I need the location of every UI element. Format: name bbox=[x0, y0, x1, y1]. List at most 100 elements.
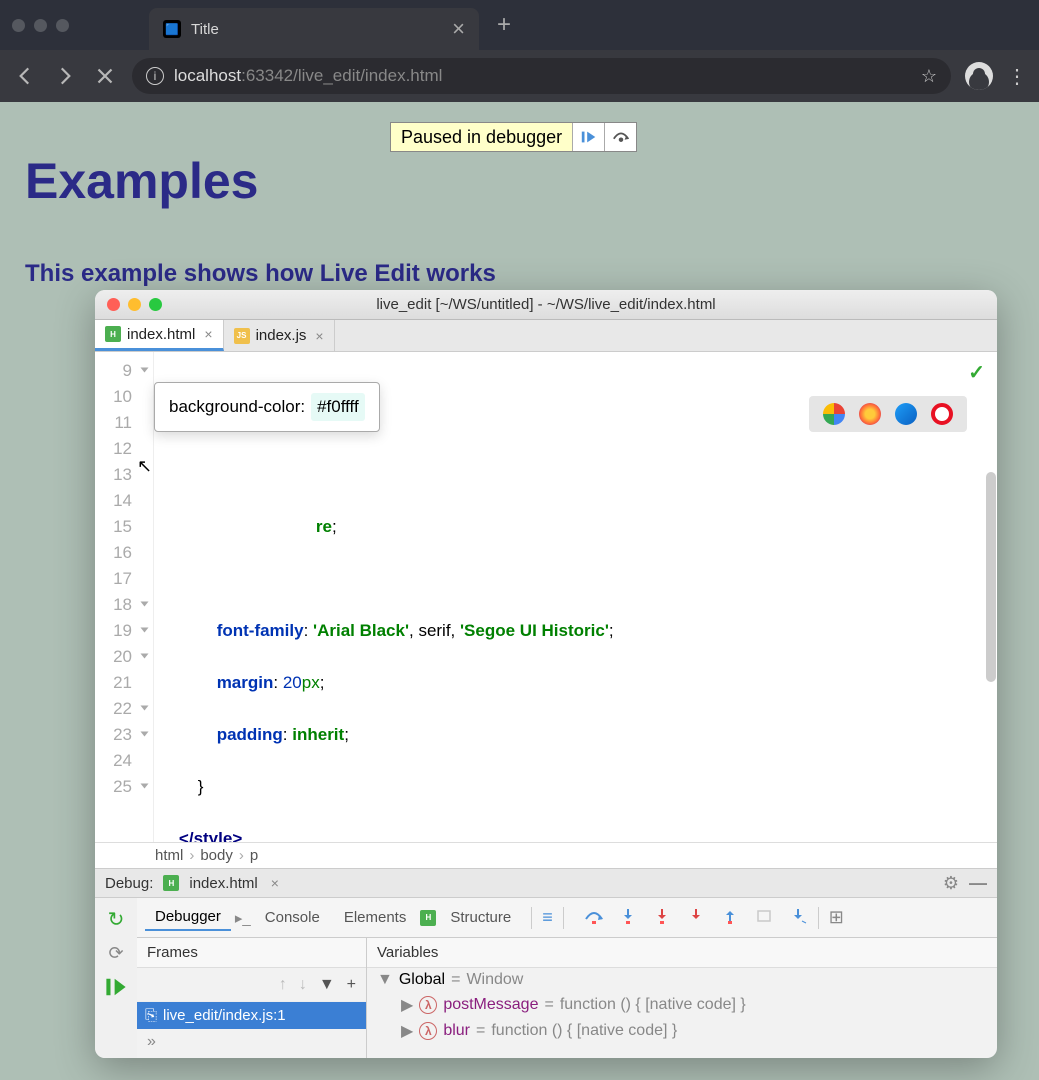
tab-console[interactable]: Console bbox=[255, 905, 330, 930]
ide-window-title: live_edit [~/WS/untitled] - ~/WS/live_ed… bbox=[95, 296, 997, 313]
line-number: 18 bbox=[95, 592, 132, 618]
evaluate-icon[interactable]: ⊞ bbox=[829, 907, 844, 928]
close-window-icon[interactable] bbox=[107, 298, 120, 311]
bookmark-icon[interactable]: ☆ bbox=[921, 66, 937, 87]
sync-icon[interactable]: ⟳ bbox=[105, 942, 127, 964]
step-into-icon[interactable] bbox=[618, 907, 638, 929]
line-number: 14 bbox=[95, 488, 132, 514]
resume-button[interactable] bbox=[572, 123, 604, 151]
page-heading: Examples bbox=[25, 152, 1014, 210]
more-icon[interactable]: » bbox=[137, 1029, 366, 1055]
minimize-window-icon[interactable] bbox=[128, 298, 141, 311]
tab-title: Title bbox=[191, 21, 442, 38]
code-editor[interactable]: ✓ 910111213141516171819202122232425 back… bbox=[95, 352, 997, 842]
breadcrumb-item[interactable]: html bbox=[155, 847, 183, 864]
next-frame-icon[interactable]: ↓ bbox=[299, 976, 307, 994]
c: font-family bbox=[217, 621, 304, 640]
variable-row[interactable]: ▼ Global = Window bbox=[367, 968, 997, 992]
close-tab-icon[interactable]: × bbox=[452, 18, 465, 40]
step-out-icon[interactable] bbox=[720, 907, 740, 929]
breadcrumb-item[interactable]: p bbox=[250, 847, 258, 864]
url-port: :63342 bbox=[241, 66, 293, 85]
force-step-into-icon[interactable] bbox=[652, 907, 672, 929]
tab-debugger[interactable]: Debugger bbox=[145, 904, 231, 931]
tab-elements[interactable]: Elements bbox=[334, 905, 417, 930]
c: ; bbox=[320, 673, 325, 692]
line-number: 23 bbox=[95, 722, 132, 748]
reload-stop-button[interactable] bbox=[92, 63, 118, 89]
close-icon[interactable]: × bbox=[271, 875, 279, 891]
editor-tab-index-html[interactable]: index.html × bbox=[95, 320, 224, 351]
c: > bbox=[232, 829, 242, 842]
html-file-icon bbox=[163, 875, 179, 891]
url-field[interactable]: i localhost:63342/live_edit/index.html ☆ bbox=[132, 58, 951, 94]
url-host: localhost bbox=[174, 66, 241, 85]
tooltip-label: background-color: bbox=[169, 394, 305, 420]
add-icon[interactable]: + bbox=[347, 976, 356, 994]
threads-icon[interactable]: ≡ bbox=[542, 907, 553, 928]
expand-icon[interactable]: ▶ bbox=[401, 995, 413, 1015]
browser-menu-icon[interactable]: ⋮ bbox=[1007, 64, 1027, 89]
back-button[interactable] bbox=[12, 63, 38, 89]
gear-icon[interactable]: ⚙ bbox=[943, 873, 959, 894]
c: px bbox=[302, 673, 320, 692]
hide-panel-icon[interactable]: — bbox=[969, 873, 987, 894]
tab-label: index.html bbox=[127, 326, 195, 343]
c: ; bbox=[609, 621, 614, 640]
frames-header: Frames bbox=[137, 938, 366, 968]
chevron-right-icon: › bbox=[239, 847, 244, 864]
ide-titlebar[interactable]: live_edit [~/WS/untitled] - ~/WS/live_ed… bbox=[95, 290, 997, 320]
breadcrumb-item[interactable]: body bbox=[200, 847, 233, 864]
eq: = bbox=[544, 996, 553, 1014]
smart-step-into-icon[interactable] bbox=[686, 907, 706, 929]
var-name: Global bbox=[399, 971, 445, 989]
tab-structure[interactable]: Structure bbox=[440, 905, 521, 930]
line-number: 22 bbox=[95, 696, 132, 722]
drop-frame-icon[interactable] bbox=[754, 907, 774, 929]
editor-tab-index-js[interactable]: index.js × bbox=[224, 320, 335, 351]
stack-frame[interactable]: ⎘ live_edit/index.js:1 bbox=[137, 1002, 366, 1029]
maximize-window-icon[interactable] bbox=[149, 298, 162, 311]
eq: = bbox=[451, 971, 460, 989]
close-tab-icon[interactable]: × bbox=[315, 328, 323, 344]
run-to-cursor-icon[interactable] bbox=[788, 907, 808, 929]
breadcrumb[interactable]: html› body› p bbox=[95, 842, 997, 868]
variable-row[interactable]: ▶ λ blur = function () { [native code] } bbox=[367, 1018, 997, 1044]
js-file-icon bbox=[234, 328, 250, 344]
url-text: localhost:63342/live_edit/index.html bbox=[174, 66, 442, 86]
mouse-cursor-icon: ↖ bbox=[137, 453, 152, 479]
variable-row[interactable]: ▶ λ postMessage = function () { [native … bbox=[367, 992, 997, 1018]
c: , serif, bbox=[409, 621, 460, 640]
line-number: 15 bbox=[95, 514, 132, 540]
new-tab-button[interactable]: + bbox=[497, 11, 511, 39]
site-info-icon[interactable]: i bbox=[146, 67, 164, 85]
browser-tab[interactable]: 🟦 Title × bbox=[149, 8, 479, 50]
c: re bbox=[316, 517, 332, 536]
fold-gutter[interactable] bbox=[140, 352, 154, 842]
prev-frame-icon[interactable]: ↑ bbox=[279, 976, 287, 994]
line-number-gutter[interactable]: 910111213141516171819202122232425 bbox=[95, 352, 140, 842]
filter-icon[interactable]: ▼ bbox=[319, 976, 335, 994]
eq: = bbox=[476, 1022, 485, 1040]
variables-panel: Variables ▼ Global = Window ▶ λ postMess… bbox=[367, 938, 997, 1058]
debug-tabs: Debugger ▸_ Console Elements Structure ≡ bbox=[137, 898, 997, 938]
step-over-button[interactable] bbox=[604, 123, 636, 151]
var-value: function () { [native code] } bbox=[491, 1022, 677, 1040]
forward-button[interactable] bbox=[52, 63, 78, 89]
expand-icon[interactable]: ▼ bbox=[377, 971, 393, 989]
code-area[interactable]: background-color: #f0ffff ↖ <style> re; … bbox=[154, 352, 997, 842]
run-config-name[interactable]: index.html bbox=[189, 875, 257, 892]
profile-avatar-icon[interactable] bbox=[965, 62, 993, 90]
step-over-icon[interactable] bbox=[584, 907, 604, 929]
close-tab-icon[interactable]: × bbox=[204, 326, 212, 342]
debugger-paused-text: Paused in debugger bbox=[391, 125, 572, 150]
debug-panel-header: Debug: index.html × ⚙ — bbox=[95, 868, 997, 898]
rerun-icon[interactable]: ↻ bbox=[105, 908, 127, 930]
c: ; bbox=[344, 725, 349, 744]
html-file-icon bbox=[105, 326, 121, 342]
resume-icon[interactable] bbox=[105, 976, 127, 998]
expand-icon[interactable]: ▶ bbox=[401, 1021, 413, 1041]
lambda-icon: λ bbox=[419, 1022, 437, 1040]
ide-traffic-lights[interactable] bbox=[107, 298, 162, 311]
line-number: 13 bbox=[95, 462, 132, 488]
